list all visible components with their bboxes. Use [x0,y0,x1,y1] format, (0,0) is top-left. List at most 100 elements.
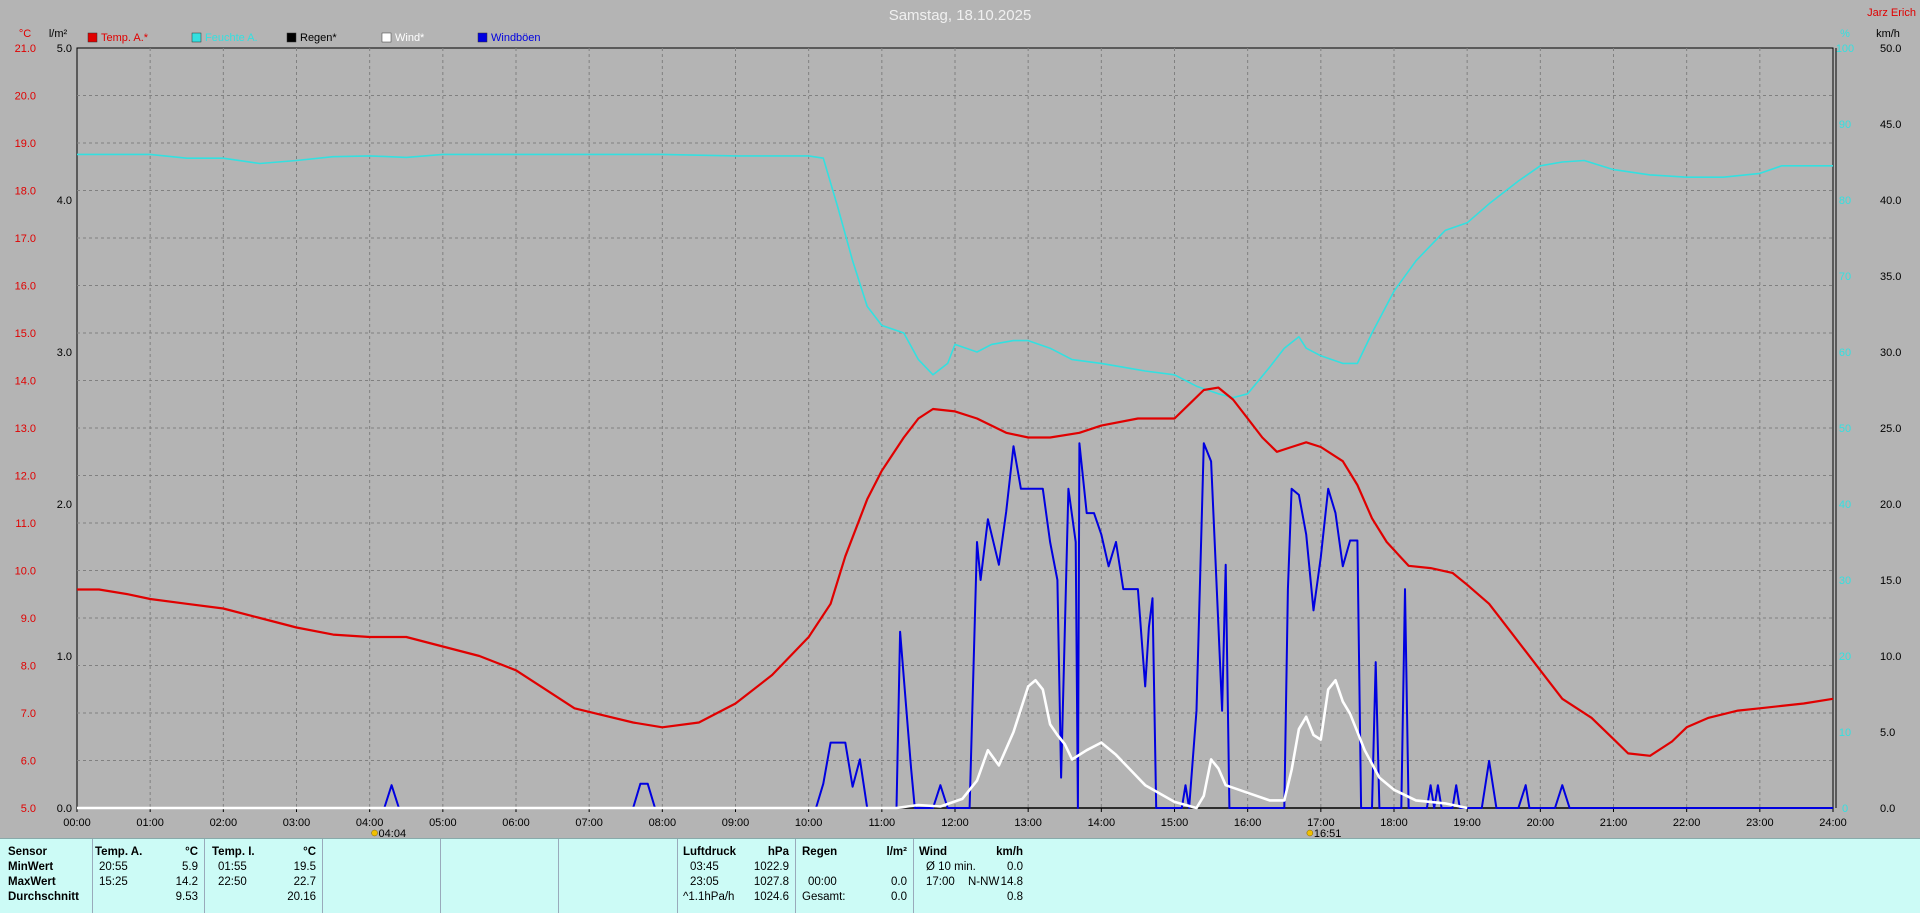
wind-tick-label: 40.0 [1880,195,1901,207]
sunset-icon [1306,829,1314,837]
label-min: MinWert [8,861,54,873]
temp-tick-label: 6.0 [21,756,36,768]
temp-tick-label: 21.0 [15,43,36,55]
legend-swatch [477,32,488,43]
temp-outdoor-unit: °C [185,846,198,858]
temp-tick-label: 7.0 [21,708,36,720]
rain-column: Regen l/m² 00:00 0.0 Gesamt: 0.0 [795,839,914,913]
humidity-tick-label: 60 [1839,347,1851,359]
time-tick-label: 05:00 [429,817,457,829]
label-sensor: Sensor [8,846,47,858]
empty-column-2 [440,839,559,913]
temp-outdoor-column: Temp. A. °C 20:55 5.9 15:25 14.2 9.53 [92,839,205,913]
label-average: Durchschnitt [8,891,79,903]
wind-title: Wind [919,846,947,858]
wind-tick-label: 25.0 [1880,423,1901,435]
time-tick-label: 20:00 [1527,817,1555,829]
temp-indoor-title: Temp. I. [212,846,255,858]
wind-unit: km/h [996,846,1023,858]
time-tick-label: 14:00 [1088,817,1116,829]
wind-tick-label: 15.0 [1880,575,1901,587]
temp-indoor-min-time: 01:55 [218,861,247,873]
wind-avg10-label: Ø 10 min. [926,861,976,873]
temp-outdoor-max-value: 14.2 [175,876,198,888]
table-labels-column: Sensor MinWert MaxWert Durchschnitt [0,839,93,913]
humidity-tick-label: 70 [1839,271,1851,283]
temp-tick-label: 10.0 [15,566,36,578]
legend-label: Windböen [491,32,541,44]
humidity-tick-label: 90 [1839,119,1851,131]
rain-unit-label: l/m² [49,28,68,40]
wind-tick-label: 35.0 [1880,271,1901,283]
wind-tick-label: 45.0 [1880,119,1901,131]
sunrise-icon [371,829,378,837]
pressure-max-time: 23:05 [690,876,719,888]
humidity-tick-label: 0 [1842,803,1848,815]
temp-tick-label: 20.0 [15,91,36,103]
temp-tick-label: 12.0 [15,471,36,483]
temp-tick-label: 18.0 [15,186,36,198]
temp-tick-label: 9.0 [21,613,36,625]
time-tick-label: 06:00 [502,817,530,829]
rain-tick-label: 5.0 [57,43,72,55]
temp-tick-label: 5.0 [21,803,36,815]
wind-max-direction: N-NW [968,876,1000,888]
rain-tick-label: 2.0 [57,499,72,511]
pressure-min-value: 1022.9 [753,861,789,873]
temp-indoor-average: 20.16 [287,891,316,903]
empty-column-1 [322,839,441,913]
wind-avg10-value: 0.0 [1007,861,1023,873]
time-tick-label: 16:00 [1234,817,1262,829]
pressure-average: 1024.6 [753,891,789,903]
legend-label: Wind* [395,32,425,44]
temp-tick-label: 14.0 [15,376,36,388]
rain-max-time: 00:00 [808,876,837,888]
temp-tick-label: 13.0 [15,423,36,435]
wind-tick-label: 20.0 [1880,499,1901,511]
legend-swatch [286,32,297,43]
pressure-max-value: 1027.8 [753,876,789,888]
time-tick-label: 15:00 [1161,817,1189,829]
humidity-tick-label: 20 [1839,651,1851,663]
label-max: MaxWert [8,876,56,888]
temp-tick-label: 15.0 [15,328,36,340]
empty-column-3 [558,839,678,913]
chart-title: Samstag, 18.10.2025 [889,7,1032,24]
temp-outdoor-min-time: 20:55 [99,861,128,873]
time-tick-label: 13:00 [1014,817,1042,829]
temp-outdoor-title: Temp. A. [95,846,143,858]
chart-svg: Samstag, 18.10.2025 Jarz Erich Temp. A.* Fe… [15,7,1916,840]
wind-average: 0.8 [1007,891,1023,903]
pressure-trend: ^1.1hPa/h [683,891,735,903]
time-tick-label: 10:00 [795,817,823,829]
wind-tick-label: 5.0 [1880,727,1895,739]
rain-total-label: Gesamt: [802,891,846,903]
legend-label: Regen* [300,32,337,44]
temp-indoor-min-value: 19.5 [293,861,316,873]
temp-outdoor-max-time: 15:25 [99,876,128,888]
wind-max-value: 14.8 [1000,876,1023,888]
temp-tick-label: 17.0 [15,233,36,245]
time-tick-label: 08:00 [649,817,677,829]
time-tick-label: 02:00 [210,817,238,829]
temp-tick-label: 8.0 [21,661,36,673]
rain-title: Regen [802,846,838,858]
temp-tick-label: 19.0 [15,138,36,150]
rain-unit: l/m² [886,846,907,858]
time-tick-label: 24:00 [1819,817,1847,829]
temp-indoor-column: Temp. I. °C 01:55 19.5 22:50 22.7 20.16 [204,839,323,913]
humidity-unit-label: % [1840,28,1850,40]
temp-tick-label: 11.0 [15,518,36,530]
time-tick-label: 21:00 [1600,817,1628,829]
wind-tick-label: 50.0 [1880,43,1901,55]
rain-max-value: 0.0 [891,876,907,888]
wind-max-time: 17:00 [926,876,955,888]
pressure-title: Luftdruck [683,846,737,858]
rain-tick-label: 0.0 [57,803,72,815]
wind-tick-label: 0.0 [1880,803,1895,815]
time-tick-label: 00:00 [63,817,91,829]
time-tick-label: 07:00 [575,817,603,829]
legend-swatch [381,32,392,43]
time-tick-label: 03:00 [283,817,311,829]
humidity-tick-label: 10 [1839,727,1851,739]
